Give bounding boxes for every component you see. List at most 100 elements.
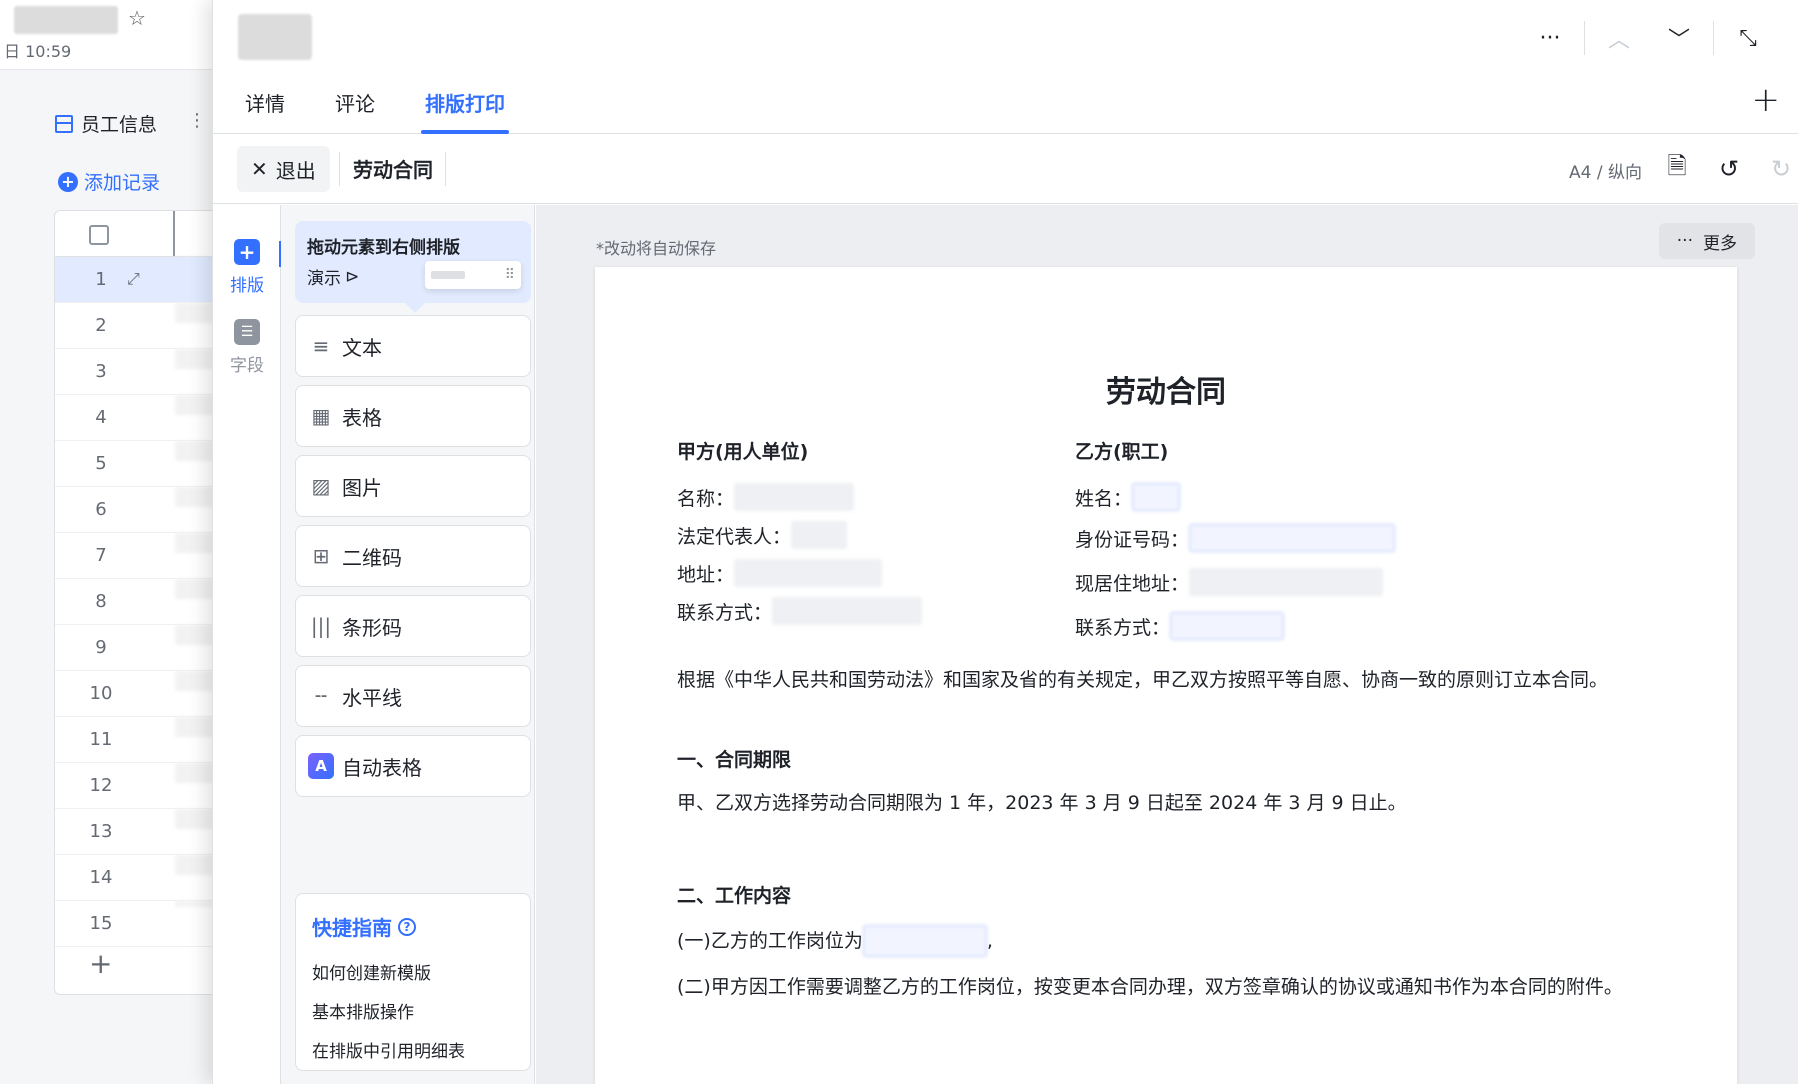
redacted-field [1189,568,1384,596]
rail-fields[interactable]: ☰ 字段 [213,319,281,376]
party-b-block[interactable]: 乙方(职工) 姓名： 身份证号码： 现居住地址： 联系方式： [1075,437,1396,648]
element-auto-table[interactable]: A 自动表格 [295,735,531,797]
table-row[interactable]: 1 ⤢ [55,257,229,303]
section-2-item-1[interactable]: (一)乙方的工作岗位为 , [677,925,1647,957]
exit-button[interactable]: ✕ 退出 [237,146,330,192]
add-row-button[interactable]: + [89,947,112,980]
party-b-contact-label: 联系方式： [1075,616,1171,639]
more-icon: ··· [1676,231,1693,251]
expand-icon[interactable]: ⤢ [127,269,140,289]
background-table-app: ☆ 日 10:59 员工信息 ⋮ + 添加记录 1 ⤢ 2 3 4 5 6 7 8… [0,0,230,1084]
help-icon[interactable]: ? [398,917,416,936]
section-2-item-2[interactable]: (二)甲方因工作需要调整乙方的工作岗位，按变更本合同办理，双方签章确认的协议或通… [677,971,1647,1003]
party-a-contact-label: 联系方式： [677,601,773,624]
element-qrcode[interactable]: ⊞ 二维码 [295,525,531,587]
table-row[interactable]: 6 [55,487,229,533]
divider [1713,21,1714,55]
star-icon[interactable]: ☆ [128,6,146,30]
table-row[interactable]: 15 [55,901,229,947]
plus-icon: + [234,239,260,265]
divider [445,152,446,186]
more-vertical-icon[interactable]: ⋮ [188,110,206,131]
table-row[interactable]: 5 [55,441,229,487]
table-row[interactable]: 14 [55,855,229,901]
table-row[interactable]: 9 [55,625,229,671]
element-placeholder [431,271,465,279]
field-placeholder[interactable] [1132,483,1181,511]
play-icon: ⊳ [345,266,360,287]
redacted-field [791,521,848,549]
table-row[interactable]: 3 [55,349,229,395]
add-tab-button[interactable]: + [1752,80,1781,120]
page-setup-icon[interactable]: 🗎 [1660,152,1694,186]
more-button[interactable]: ··· 更多 [1658,223,1755,259]
field-placeholder[interactable] [1170,612,1285,640]
exit-label: 退出 [275,158,316,183]
page-setting-dropdown[interactable]: A4 / 纵向 [1569,158,1642,183]
hint-title: 拖动元素到右侧排版 [307,238,460,258]
list-icon: ☰ [234,319,260,345]
table-row[interactable]: 11 [55,717,229,763]
add-record-button[interactable]: + 添加记录 [58,168,160,195]
chevron-down-icon[interactable]: ﹀ [1649,18,1709,58]
element-image[interactable]: ▨ 图片 [295,455,531,517]
rail-layout-label: 排版 [230,276,264,296]
tab-details[interactable]: 详情 [225,76,305,134]
tab-comments[interactable]: 评论 [315,76,395,134]
redacted-field [734,483,855,511]
table-row[interactable]: 10 [55,671,229,717]
drag-hint-card: 拖动元素到右侧排版 演示 ⊳ ⠿ [295,221,531,313]
section-1-title[interactable]: 一、合同期限 [677,745,791,772]
more-icon[interactable]: ··· [1520,18,1580,58]
section-1-text[interactable]: 甲、乙双方选择劳动合同期限为 1 年，2023 年 3 月 9 日起至 2024… [677,787,1647,819]
document-title[interactable]: 劳动合同 [595,367,1737,411]
party-b-name-label: 姓名： [1075,487,1133,510]
chevron-up-icon[interactable]: ︿ [1589,18,1649,58]
redo-icon[interactable]: ↻ [1764,152,1798,186]
divider [339,152,340,186]
table-row[interactable]: 7 [55,533,229,579]
collapse-icon[interactable]: ⤡ [1718,18,1778,58]
guide-link-create-template[interactable]: 如何创建新模版 [312,959,514,984]
drag-handle-icon: ⠿ [504,267,515,283]
table-row[interactable]: 4 [55,395,229,441]
sheet-tab[interactable]: 员工信息 [55,110,157,137]
blurred-title [14,6,118,34]
panel-actions: ··· ︿ ﹀ ⤡ [1520,18,1778,58]
guide-link-basic-layout[interactable]: 基本排版操作 [312,998,514,1023]
undo-icon[interactable]: ↺ [1712,152,1746,186]
field-placeholder[interactable] [1189,524,1396,552]
document-page[interactable]: 劳动合同 甲方(用人单位) 名称： 法定代表人： 地址： 联系方式： 乙方(职工… [595,267,1737,1084]
layout-toolbar: ✕ 退出 劳动合同 A4 / 纵向 🗎 ↺ ↻ [213,134,1798,204]
layout-canvas: *改动将自动保存 ··· 更多 劳动合同 甲方(用人单位) 名称： 法定代表人：… [536,205,1798,1084]
image-icon: ▨ [311,474,331,498]
left-rail: + 排版 ☰ 字段 [213,205,282,1084]
table-row[interactable]: 2 [55,303,229,349]
qrcode-icon: ⊞ [312,544,330,568]
panel-header: ··· ︿ ﹀ ⤡ 详情 评论 排版打印 + [213,0,1798,134]
party-a-block[interactable]: 甲方(用人单位) 名称： 法定代表人： 地址： 联系方式： [677,437,923,630]
section-2-title[interactable]: 二、工作内容 [677,881,791,908]
rail-layout[interactable]: + 排版 [213,239,281,296]
rail-fields-label: 字段 [230,356,264,376]
text-icon: ≡ [312,334,330,358]
table-row[interactable]: 13 [55,809,229,855]
element-barcode[interactable]: ||| 条形码 [295,595,531,657]
field-placeholder[interactable] [862,925,987,957]
intro-paragraph[interactable]: 根据《中华人民共和国劳动法》和国家及省的有关规定，甲乙双方按照平等自愿、协商一致… [677,664,1647,696]
element-text[interactable]: ≡ 文本 [295,315,531,377]
tab-layout-print[interactable]: 排版打印 [405,76,525,134]
sheet-name: 员工信息 [81,114,158,136]
column-separator[interactable] [173,211,175,256]
record-detail-panel: ··· ︿ ﹀ ⤡ 详情 评论 排版打印 + ✕ 退出 劳动合同 A4 / 纵向… [212,0,1798,1084]
guide-title: 快捷指南 ? [312,912,514,941]
select-all-checkbox[interactable] [89,225,109,245]
element-divider[interactable]: ╌ 水平线 [295,665,531,727]
table-row[interactable]: 12 [55,763,229,809]
element-table[interactable]: ▦ 表格 [295,385,531,447]
template-name[interactable]: 劳动合同 [353,154,433,183]
guide-link-detail-table[interactable]: 在排版中引用明细表 [312,1037,514,1062]
party-b-address-label: 现居住地址： [1075,572,1190,595]
table-row[interactable]: 8 [55,579,229,625]
barcode-icon: ||| [310,614,332,638]
